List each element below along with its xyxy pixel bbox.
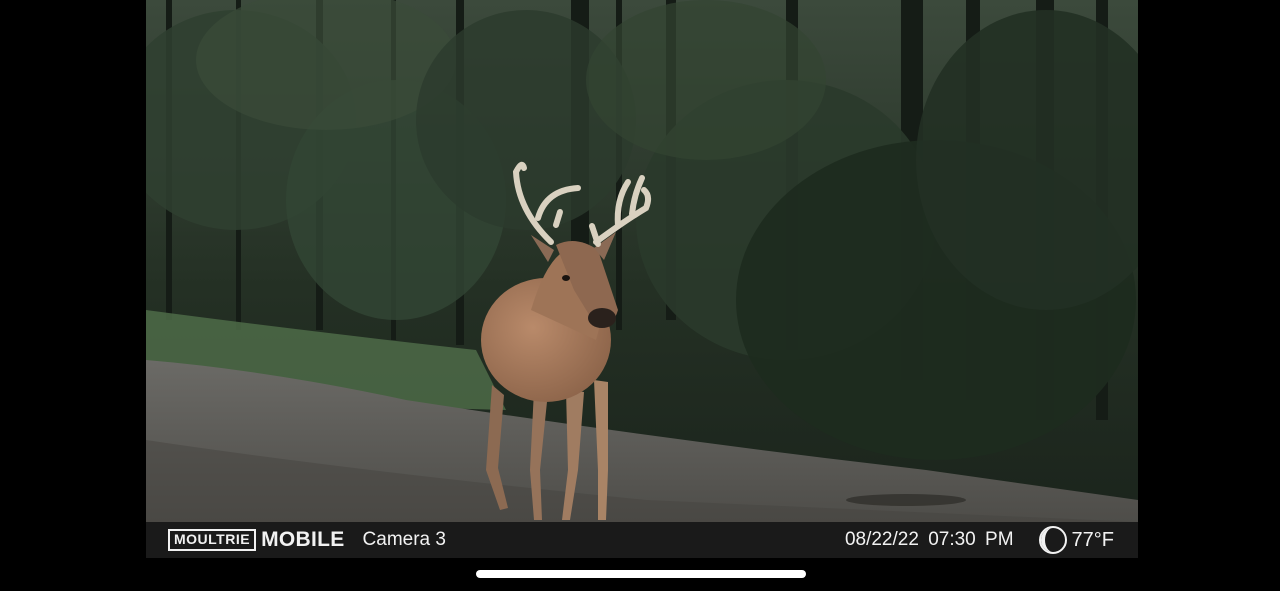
trail-camera-photo[interactable] <box>146 0 1138 522</box>
photo-scene <box>146 0 1138 522</box>
app-screen: MOULTRIE MOBILE Camera 3 08/22/22 07:30 … <box>0 0 1280 591</box>
brand-mobile-text: MOBILE <box>261 528 345 551</box>
capture-date: 08/22/22 <box>844 529 919 550</box>
brand-box-text: MOULTRIE <box>168 529 257 551</box>
camera-name: Camera 3 <box>362 529 446 550</box>
capture-time: 07:30 PM <box>928 529 1014 550</box>
home-indicator-bar[interactable] <box>476 570 806 578</box>
brand-logo: MOULTRIE MOBILE <box>168 528 345 552</box>
capture-datetime: 08/22/22 07:30 PM <box>845 529 1014 551</box>
waning-crescent-moon-icon <box>1038 526 1067 554</box>
camera-info-bar: MOULTRIE MOBILE Camera 3 08/22/22 07:30 … <box>146 522 1138 558</box>
temperature-readout: 77°F <box>1071 528 1114 551</box>
